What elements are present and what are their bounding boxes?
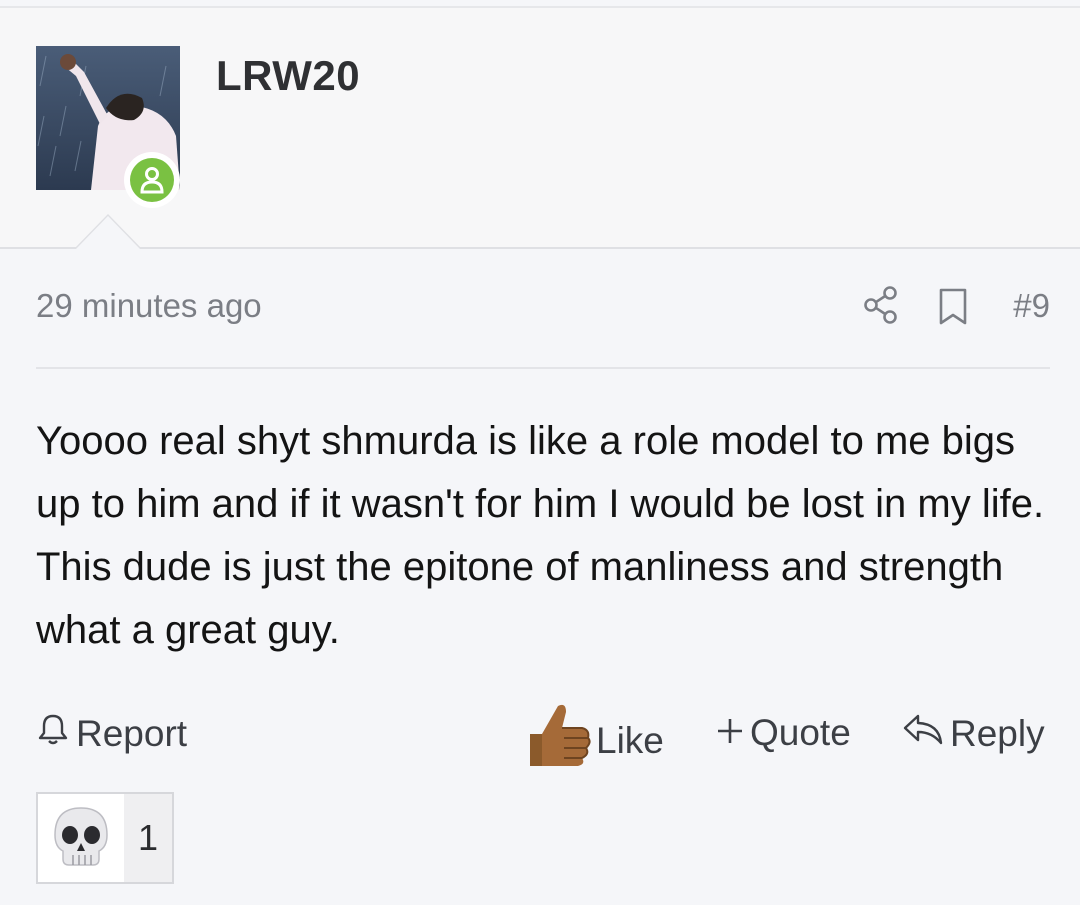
like-label: Like [596,719,664,761]
bookmark-icon[interactable] [936,287,970,327]
quote-label: Quote [750,712,851,753]
post-meta-row: 29 minutes ago #9 [36,285,1050,329]
online-status-badge [124,152,180,208]
plus-icon [716,712,744,754]
reply-label: Reply [950,712,1045,754]
reply-button[interactable]: Reply [902,712,1045,755]
reaction-count: 1 [124,794,172,882]
post-number-link[interactable]: #9 [1013,287,1050,325]
post-timestamp[interactable]: 29 minutes ago [36,287,262,325]
author-pointer-arrow [74,214,142,249]
report-label: Report [76,712,188,754]
post-body-text: Yoooo real shyt shmurda is like a role m… [36,419,1045,652]
like-button[interactable]: Like [524,700,664,781]
reply-arrow-icon [902,712,944,755]
thumbs-up-icon [524,700,594,781]
author-username[interactable]: LRW20 [216,52,360,100]
meta-divider [36,367,1050,369]
reaction-summary[interactable]: 1 [36,792,174,884]
quote-button[interactable]: Quote [716,712,851,754]
header-divider [0,247,1080,249]
user-online-icon [130,158,174,202]
share-icon[interactable] [862,285,902,325]
report-button[interactable]: Report [36,712,187,755]
post-actions-bar: Report Like Quote Reply [36,700,1050,780]
bell-icon [36,712,70,755]
skull-emoji-icon [38,794,124,882]
